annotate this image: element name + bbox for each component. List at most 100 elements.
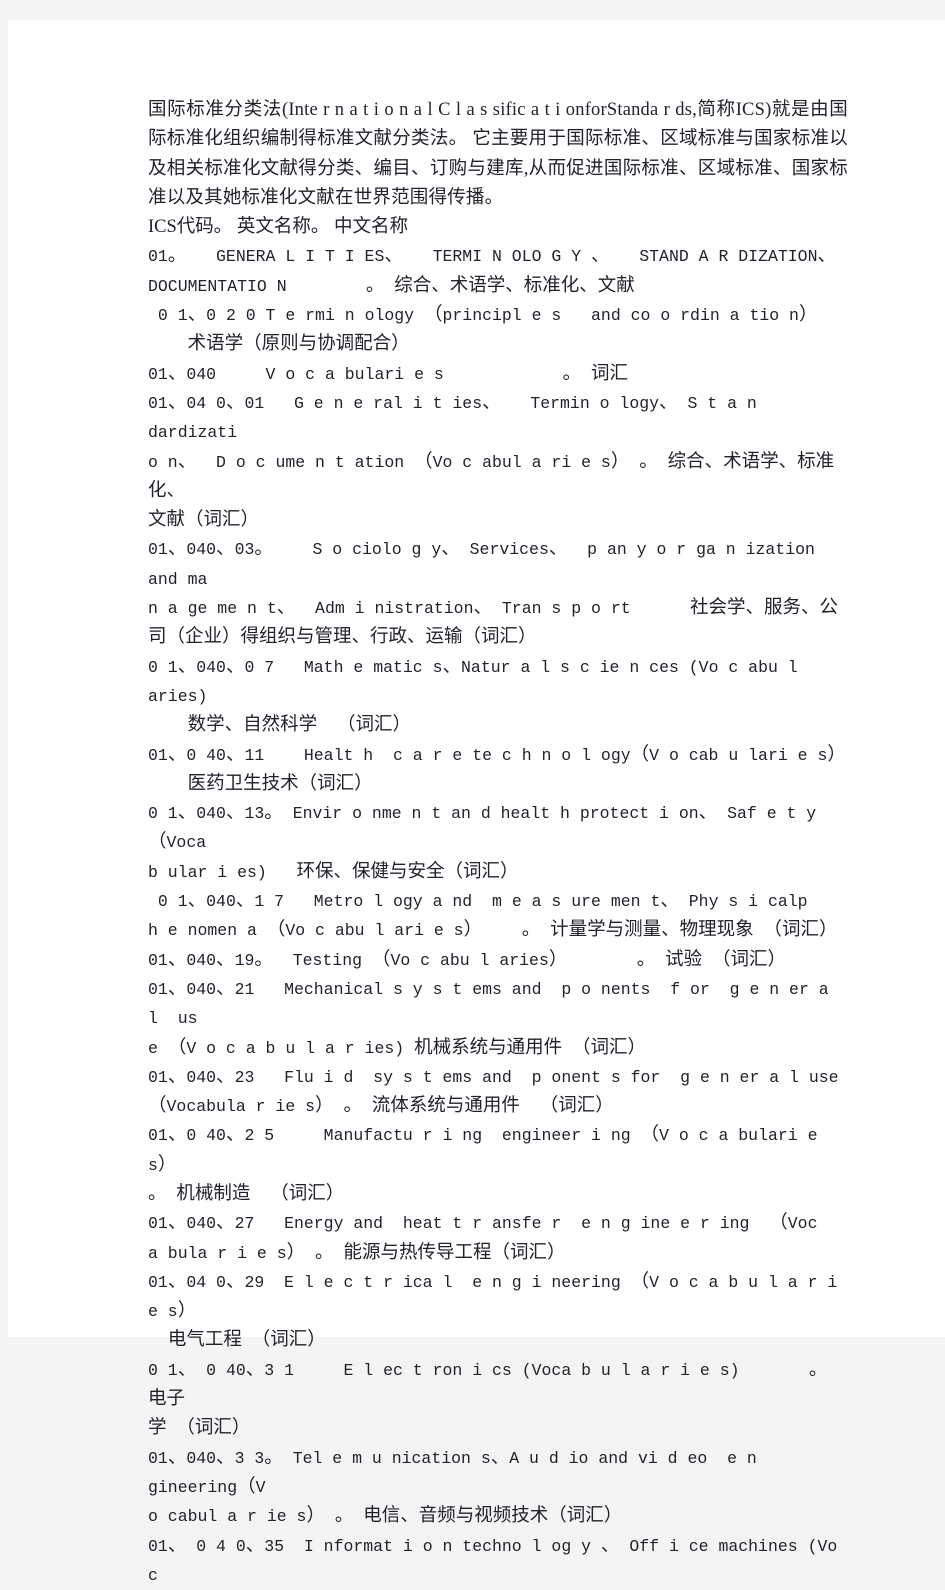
cjk-run: 、 (660, 891, 679, 912)
cjk-run: 。 (808, 1359, 828, 1380)
cjk-run: ） (463, 920, 483, 941)
ics-entry: 0 1、040、13。 Envir o nme n t an d healt h… (148, 799, 848, 887)
latin-run: 040 (196, 657, 226, 677)
cjk-run: 综合、术语学、标准化、文献 (394, 275, 635, 296)
latin-run: 040 (186, 950, 217, 970)
latin-run (148, 716, 188, 735)
document-body: 国际标准分类法(Inte r n a t i o n a l C l a s s… (148, 96, 848, 1590)
latin-run: Phy s i calp (678, 892, 808, 912)
latin-run: b ular i es) (148, 862, 297, 882)
latin-run: S o ciolo g y (272, 540, 442, 560)
latin-run: 01 (148, 950, 168, 970)
latin-run: 3 1 E l ec t ron i cs (Voca b u l a r i … (264, 1360, 809, 1380)
latin-run: 0 1 (148, 1360, 178, 1380)
ics-entry-line: 0 1、 0 40、3 1 E l ec t ron i cs (Voca b … (148, 1356, 848, 1415)
cjk-run: （ (266, 920, 286, 941)
cjk-run: （ (769, 1213, 788, 1234)
cjk-run: 、 (225, 392, 245, 413)
latin-run (148, 335, 188, 354)
latin-run (562, 1039, 572, 1058)
cjk-run: 。 (365, 275, 385, 296)
latin-run: 0 1 (148, 804, 178, 824)
cjk-run: 、 (187, 305, 207, 326)
cjk-run: 试验 (665, 949, 703, 970)
cjk-run: （ (640, 1125, 660, 1146)
ics-entry-line: DOCUMENTATIO N 。 综合、术语学、标准化、文献 (148, 272, 848, 301)
cjk-run: 能源与热传导工程（词汇） (343, 1242, 566, 1263)
latin-run: 2 5 Manufactu r i ng engineer i ng (244, 1126, 641, 1146)
latin-run: 0 40 (196, 1360, 246, 1380)
cjk-run: 环保、保健与安全（词汇） (296, 861, 519, 882)
cjk-run: 、 (482, 392, 501, 413)
latin-run: 01 (148, 745, 168, 765)
cjk-run: ） (306, 1506, 325, 1527)
latin-run: 01 (148, 1536, 168, 1556)
latin-run: 01 (148, 1126, 168, 1146)
ics-entry: 01、04 0、29 E l e c t r ica l e n g i nee… (148, 1268, 848, 1356)
latin-run: 0 1 (148, 306, 188, 326)
latin-run: Adm i nistration (295, 599, 474, 619)
cjk-run: 。 (636, 949, 656, 970)
cjk-run: 、 (591, 246, 610, 267)
cjk-run: 、 (167, 1066, 187, 1087)
cjk-run: 、 (245, 1535, 265, 1556)
ics-entry: 01、0 40、11 Healt h c a r e te c h n o l … (148, 741, 848, 800)
cjk-run: 电气工程 (167, 1330, 242, 1351)
ics-entry-line: 01、 0 4 0、35 I nformat i o n techno l og… (148, 1532, 848, 1590)
latin-run (581, 365, 591, 384)
latin-run: a bula r i e s (148, 1243, 287, 1263)
cjk-run: 、 (167, 949, 187, 970)
ics-entry-line: n a ge me n t、 Adm i nistration、 Tran s … (148, 594, 848, 623)
cjk-run: 、 (216, 1213, 235, 1234)
latin-run (334, 1097, 344, 1116)
latin-run: 040 (186, 1067, 217, 1087)
latin-run: 01 (148, 1214, 168, 1234)
cjk-run: （词汇） (712, 949, 787, 970)
latin-run: 23 Flu i d sy s t ems and p onent s for … (234, 1067, 839, 1087)
ics-entry: 01、0 40、2 5 Manufactu r i ng engineer i … (148, 1121, 848, 1209)
cjk-run: ） (177, 1301, 197, 1322)
ics-entry-line: 01、04 0、01 G e n e ral i t ies、 Termin o… (148, 389, 848, 448)
ics-entry-line: 01、04 0、29 E l e c t r ica l e n g i nee… (148, 1268, 848, 1327)
ics-entry-line: 。 机械制造 （词汇） (148, 1180, 848, 1209)
latin-run: 0 1 (148, 657, 178, 677)
cjk-run: 、 (225, 803, 245, 824)
ics-entry-line: 01、040、03。 S o ciolo g y、 Services、 p an… (148, 535, 848, 594)
latin-run (567, 951, 636, 970)
cjk-run: 。 (264, 1447, 283, 1468)
latin-run: DOCUMENTATIO N (148, 276, 366, 296)
latin-run: 01 (148, 979, 168, 999)
cjk-run: 、 (177, 1359, 197, 1380)
ics-entry-list: 01。 GENERA L I T I ES、 TERMI N OLO G Y 、… (148, 242, 848, 1590)
latin-run: GENERA L I T I ES (186, 247, 385, 267)
ics-entry-line: h e nomen a （Vo c abu l ari e s） 。 计量学与测… (148, 916, 848, 945)
latin-run (334, 1244, 344, 1263)
cjk-run: （词汇） (763, 920, 838, 941)
latin-run: 0 40 (186, 745, 226, 765)
cjk-run: （ (148, 832, 167, 853)
latin-run: 01 (148, 1272, 168, 1292)
cjk-run: 医药卫生技术（词汇） (187, 773, 373, 794)
cjk-run: ） (610, 451, 630, 472)
cjk-run: 。 (315, 1242, 334, 1263)
cjk-run: 、 (225, 1125, 245, 1146)
latin-run (655, 951, 665, 970)
latin-run: Testing (272, 950, 372, 970)
cjk-run: 、 (177, 656, 197, 677)
latin-run (148, 775, 188, 794)
latin-run: 01 (148, 1067, 168, 1087)
cjk-run: 、 (225, 744, 245, 765)
latin-run: 01 (148, 247, 168, 267)
latin-run: o n (148, 452, 178, 472)
latin-run: 21 Mechanical s y s t ems and p o nents … (148, 979, 839, 1029)
latin-run: 35 I nformat i o n techno l og y (264, 1536, 601, 1556)
latin-run: 3 3 (234, 1448, 265, 1468)
latin-run (658, 453, 668, 472)
cjk-run: 、 (167, 392, 187, 413)
ics-entry: 0 1、040、1 7 Metro l ogy a nd m e a s ure… (148, 887, 848, 946)
latin-run (325, 1507, 335, 1526)
cjk-run: 、 (167, 1125, 187, 1146)
ics-entry: 01、040 V o c a bulari e s 。 词汇 (148, 360, 848, 389)
cjk-run: （词汇） (251, 1330, 326, 1351)
cjk-run: 电信、音频与视频技术（词汇） (363, 1506, 623, 1527)
